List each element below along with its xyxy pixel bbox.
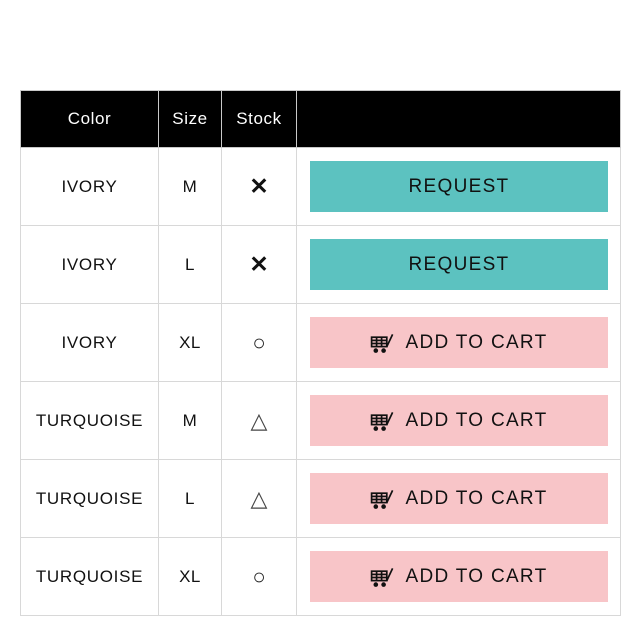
cell-stock: ✕ [221,225,297,304]
stock-status-icon: △ [250,485,268,511]
column-header-action [296,90,621,148]
cell-stock: ○ [221,303,297,382]
cell-stock: ✕ [221,147,297,226]
stock-status-icon: ✕ [249,251,269,277]
column-header-stock: Stock [221,90,297,148]
action-button-label: ADD TO CART [405,331,548,353]
cell-color: IVORY [20,225,159,304]
action-button-label: ADD TO CART [405,487,548,509]
cell-size: L [158,225,222,304]
cell-action: REQUEST [296,147,621,226]
cell-size: M [158,381,222,460]
cell-action: ADD TO CART [296,459,621,538]
cell-action: REQUEST [296,225,621,304]
table-row: TURQUOISE XL ○ ADD TO CART [20,537,621,616]
cell-stock: ○ [221,537,297,616]
product-stock-table: Color Size Stock IVORY M ✕ REQUEST IVORY… [20,90,621,616]
action-button[interactable]: REQUEST [310,161,608,212]
action-button[interactable]: ADD TO CART [310,473,608,524]
cell-size: XL [158,537,222,616]
column-header-color: Color [20,90,159,148]
table-header: Color Size Stock [20,90,621,148]
shopping-cart-icon [370,331,396,355]
table-row: IVORY XL ○ ADD TO CART [20,303,621,382]
shopping-cart-icon [370,409,396,433]
cell-size: XL [158,303,222,382]
stock-status-icon: ✕ [249,173,269,199]
action-button[interactable]: ADD TO CART [310,395,608,446]
cell-action: ADD TO CART [296,381,621,460]
cell-color: IVORY [20,303,159,382]
shopping-cart-icon [370,487,396,511]
page-root: Color Size Stock IVORY M ✕ REQUEST IVORY… [0,0,640,640]
table-body: IVORY M ✕ REQUEST IVORY L ✕ REQUEST IVOR… [20,147,621,616]
action-button-label: REQUEST [408,253,510,275]
stock-status-icon: △ [250,407,268,433]
cell-action: ADD TO CART [296,303,621,382]
action-button[interactable]: ADD TO CART [310,551,608,602]
cell-color: TURQUOISE [20,459,159,538]
stock-status-icon: ○ [252,329,266,355]
cell-color: IVORY [20,147,159,226]
cell-color: TURQUOISE [20,537,159,616]
table-row: TURQUOISE L △ ADD TO CART [20,459,621,538]
shopping-cart-icon [370,565,396,589]
table-row: IVORY M ✕ REQUEST [20,147,621,226]
table-row: TURQUOISE M △ ADD TO CART [20,381,621,460]
cell-size: L [158,459,222,538]
column-header-size: Size [158,90,222,148]
cell-stock: △ [221,459,297,538]
action-button[interactable]: ADD TO CART [310,317,608,368]
action-button-label: ADD TO CART [405,565,548,587]
table-header-row: Color Size Stock [20,90,621,148]
stock-status-icon: ○ [252,563,266,589]
cell-color: TURQUOISE [20,381,159,460]
cell-action: ADD TO CART [296,537,621,616]
table-row: IVORY L ✕ REQUEST [20,225,621,304]
action-button-label: ADD TO CART [405,409,548,431]
action-button-label: REQUEST [408,175,510,197]
cell-size: M [158,147,222,226]
cell-stock: △ [221,381,297,460]
action-button[interactable]: REQUEST [310,239,608,290]
